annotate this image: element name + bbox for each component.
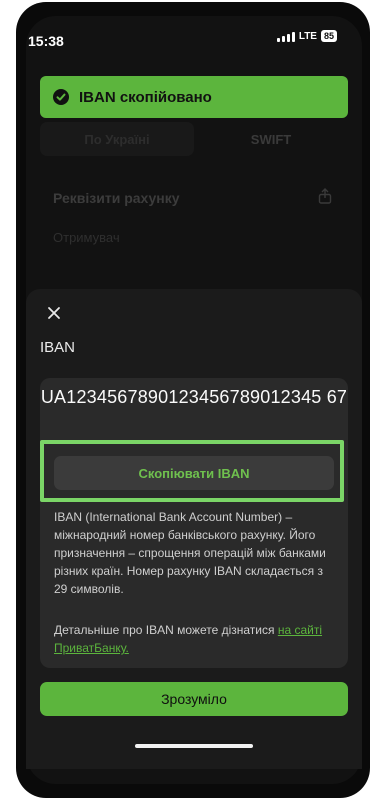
check-circle-icon: [53, 89, 69, 105]
share-icon[interactable]: [318, 188, 332, 204]
copied-toast: IBAN скопійовано: [40, 76, 348, 118]
copy-iban-button[interactable]: Скопіювати IBAN: [54, 456, 334, 490]
home-indicator: [135, 744, 253, 748]
transfer-tabs: По Україні SWIFT: [40, 122, 348, 156]
more-info: Детальніше про IBAN можете дізнатися на …: [54, 621, 336, 657]
battery-level: 85: [320, 30, 337, 42]
more-info-text: Детальніше про IBAN можете дізнатися: [54, 623, 278, 637]
status-time: 15:38: [28, 33, 64, 49]
recipient-label: Отримувач: [53, 230, 120, 245]
iban-description: IBAN (International Bank Account Number)…: [54, 510, 326, 596]
close-icon[interactable]: [47, 306, 61, 320]
understood-button[interactable]: Зрозуміло: [40, 682, 348, 716]
toast-text: IBAN скопійовано: [79, 88, 212, 106]
sheet-title: IBAN: [40, 339, 76, 356]
iban-value: UA1234567890123456789012345 67: [40, 387, 348, 407]
account-details-heading: Реквізити рахунку: [53, 190, 180, 206]
tab-ukraine[interactable]: По Україні: [40, 122, 194, 156]
network-type: LTE: [298, 30, 317, 42]
tab-swift[interactable]: SWIFT: [194, 122, 348, 156]
status-indicators: LTE 85: [276, 30, 337, 42]
signal-icon: [276, 31, 295, 42]
